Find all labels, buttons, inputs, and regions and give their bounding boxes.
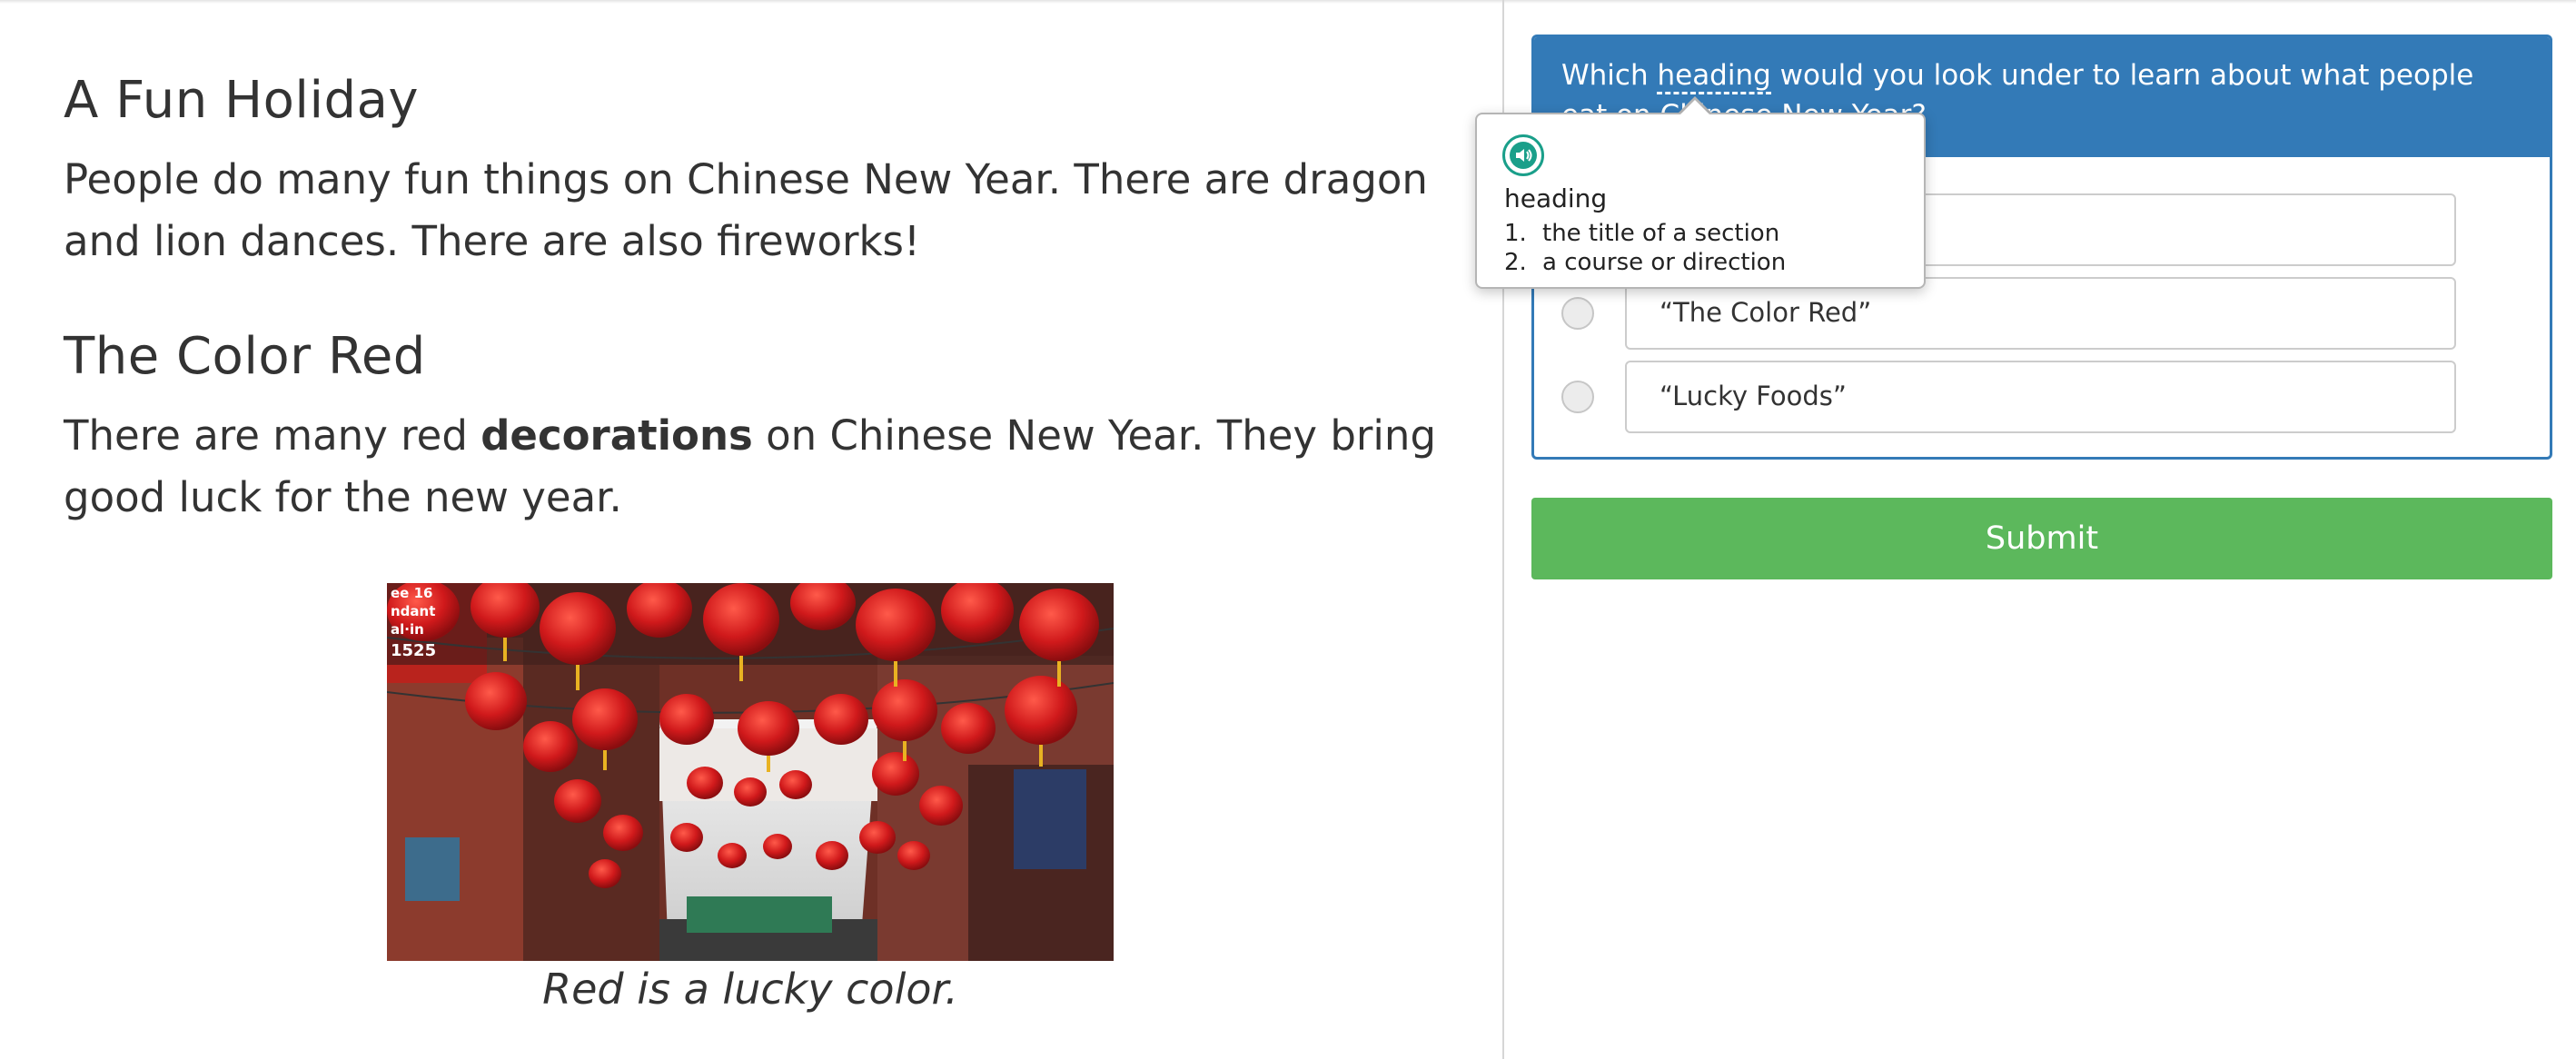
glossary-word-heading[interactable]: heading (1657, 59, 1771, 94)
passage-pane: A Fun Holiday People do many fun things … (0, 0, 1502, 1059)
photo-caption: Red is a lucky color. (542, 965, 958, 1014)
definition-text: the title of a section (1542, 220, 1780, 247)
speaker-icon-glyph (1516, 149, 1532, 162)
section-heading-color-red: The Color Red (64, 327, 426, 386)
submit-button[interactable]: Submit (1531, 498, 2552, 579)
glossary-popup: heading 1. the title of a section 2. a cou… (1475, 113, 1926, 289)
radio-button[interactable] (1561, 381, 1594, 413)
definition-number: 2. (1504, 249, 1527, 276)
speaker-icon-fill (1510, 142, 1537, 169)
choice-label[interactable]: “Lucky Foods” (1625, 361, 2456, 433)
glossary-definition: 2. a course or direction (1504, 249, 1786, 276)
photo-sign-text: al·in (391, 621, 424, 638)
speaker-icon[interactable] (1502, 134, 1544, 176)
glossary-term: heading (1504, 183, 1608, 213)
lanterns-photo-art: ee 16 ndant al·in 1525 (387, 583, 1114, 961)
glossary-definition: 1. the title of a section (1504, 220, 1779, 247)
photo-sign-text: ee 16 (391, 585, 432, 601)
section-text-color-red: There are many red decorations on Chines… (64, 405, 1444, 529)
photo-sign-text: 1525 (391, 641, 436, 660)
radio-button[interactable] (1561, 297, 1594, 330)
vocab-word-decorations[interactable]: decorations (481, 411, 753, 460)
stem-text: Which (1561, 59, 1658, 92)
app-root: A Fun Holiday People do many fun things … (0, 0, 2576, 1059)
lanterns-photo: ee 16 ndant al·in 1525 (387, 583, 1114, 961)
popup-arrow-inner (1679, 100, 1710, 115)
definition-number: 1. (1504, 220, 1527, 247)
section-text-fun-holiday: People do many fun things on Chinese New… (64, 155, 1428, 265)
definition-text: a course or direction (1542, 249, 1787, 276)
choice-row-c[interactable]: “Lucky Foods” (1534, 361, 2550, 437)
section-heading-fun-holiday: A Fun Holiday (64, 71, 420, 130)
photo-sign-text: ndant (391, 603, 435, 619)
text-fragment: There are many red (64, 411, 481, 460)
